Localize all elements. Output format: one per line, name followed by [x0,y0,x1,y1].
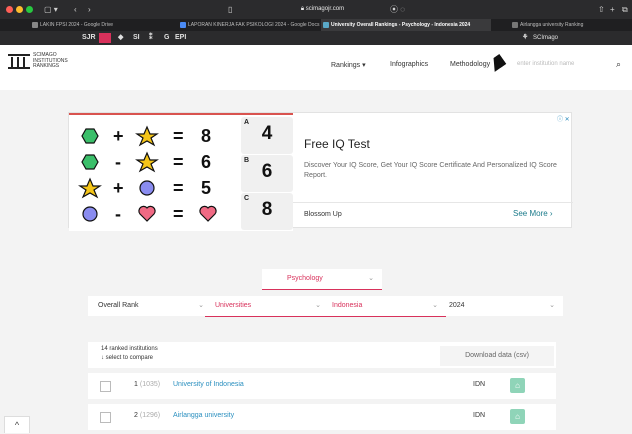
ad-title[interactable]: Free IQ Test [304,137,370,151]
puzzle-result: 6 [201,152,212,172]
bookmark-logo-icon[interactable] [99,33,111,43]
bookmark-scimago-icon[interactable]: ⚘ [522,31,528,45]
rank-type-dropdown[interactable]: Overall Rank ⌄ [88,296,212,316]
puzzle-operator: - [115,204,121,224]
maximize-window-button[interactable] [26,6,33,13]
close-window-button[interactable] [6,6,13,13]
address-bar[interactable]: 🔒︎ scimagojr.com [285,3,360,16]
bookmark-sjr[interactable]: SJR [82,31,96,45]
forward-icon[interactable]: › [88,0,91,19]
ad-brand: Blossom Up [304,211,342,218]
institution-profile-icon[interactable]: ⌂ [510,378,525,393]
scroll-top-button[interactable]: ^ [4,416,30,433]
country-code: IDN [473,412,486,419]
puzzle-equals: = [173,178,184,198]
tab-favicon-icon [180,22,186,28]
minimize-window-button[interactable] [16,6,23,13]
methodology-badge-icon [487,54,507,72]
ad-description: Discover Your IQ Score, Get Your IQ Scor… [304,162,557,179]
extension-icon[interactable]: ⦿ ◌ [390,0,405,19]
rank-cell: 2 (1296) [134,412,161,419]
tab-bar: LAKIN FPSI 2024 - Google Drive LAPORAN K… [0,19,632,31]
puzzle-equals: = [173,126,184,146]
institution-link[interactable]: University of Indonesia [173,381,244,388]
ad-divider [293,202,573,203]
puzzle-operator: + [113,126,124,146]
tab-airlangga-ranking[interactable]: Airlangga university Ranking [510,19,632,31]
reader-icon[interactable]: ▯ [228,0,232,19]
chevron-down-icon: ⌄ [198,302,204,309]
puzzle-shapes [78,125,217,222]
bookmark-si[interactable]: SI [133,31,140,45]
search-input[interactable]: enter institution name [517,61,574,67]
answer-option-b: B 6 [241,155,293,192]
rank-cell: 1 (1035) [134,381,161,388]
nav-rankings[interactable]: Rankings ▾ [331,61,366,69]
puzzle-equals: = [173,204,184,224]
tab-google-drive[interactable]: LAKIN FPSI 2024 - Google Drive [30,19,185,31]
nav-methodology[interactable]: Methodology [450,61,490,68]
country-code: IDN [473,381,486,388]
download-csv-button[interactable]: Download data (csv) [440,346,554,366]
chevron-down-icon: ⌄ [549,302,555,309]
bookmarks-bar: SJR ◆ SI ⁑ G EPI ⚘ SCImago [0,31,632,45]
compare-checkbox[interactable] [100,381,111,392]
table-row[interactable]: 1 (1035) University of Indonesia IDN ⌂ [88,373,556,399]
back-icon[interactable]: ‹ [74,0,77,19]
answer-option-a: A 4 [241,117,293,154]
bookmark-shield-icon[interactable]: ◆ [118,31,123,45]
table-row[interactable]: 2 (1296) Airlangga university IDN ⌂ [88,404,556,430]
site-logo-text: SCIMAGO INSTITUTIONS RANKINGS [33,52,68,69]
tab-overview-icon[interactable]: ⧉ [622,0,628,19]
chevron-down-icon: ⌄ [315,302,321,309]
year-dropdown[interactable]: 2024 ⌄ [439,296,563,316]
answer-option-c: C 8 [241,193,293,230]
puzzle-result: 5 [201,178,212,198]
browser-titlebar: ▢ ▾ ‹ › ▯ 🔒︎ scimagojr.com ⦿ ◌ ⇧ + ⧉ [0,0,632,19]
select-hint: ↓ select to compare [101,355,154,361]
tab-favicon-icon [32,22,38,28]
advertisement[interactable]: + = 8 - = 6 + = 5 - = A 4 B 6 C 8 ⓘ ✕ Fr… [68,112,573,231]
share-icon[interactable]: ⇧ [598,0,605,19]
ranked-count: 14 ranked institutions [101,346,158,352]
ad-puzzle-image: + = 8 - = 6 + = 5 - = A 4 B 6 C 8 [69,113,293,231]
puzzle-operator: + [113,178,124,198]
subject-dropdown[interactable]: Psychology ⌄ [262,269,382,290]
new-tab-icon[interactable]: + [610,0,615,19]
country-dropdown[interactable]: Indonesia ⌄ [322,296,446,317]
nav-infographics[interactable]: Infographics [390,61,428,68]
bookmark-scimago[interactable]: SCImago [533,31,558,45]
ad-info-close-icon[interactable]: ⓘ ✕ [557,114,570,123]
scimago-logo-icon[interactable] [8,53,30,69]
bookmark-epi[interactable]: EPI [175,31,186,45]
tab-favicon-icon [512,22,518,28]
chevron-down-icon: ⌄ [432,302,438,309]
chevron-down-icon: ⌄ [368,275,374,282]
ad-see-more-link[interactable]: See More › [513,209,553,218]
search-icon[interactable]: ⌕ [616,59,621,70]
sidebar-toggle-icon[interactable]: ▢ ▾ [44,0,58,19]
tab-google-docs[interactable]: LAPORAN KINERJA FAK PSIKOLOGI 2024 - Goo… [178,19,328,31]
puzzle-operator: - [115,152,121,172]
bookmark-grid-icon[interactable]: ⁑ [149,31,153,45]
tab-favicon-icon [323,22,329,28]
bookmark-g-icon[interactable]: G [164,31,169,45]
tab-university-rankings[interactable]: University Overall Rankings - Psychology… [321,19,491,31]
site-header: SCIMAGO INSTITUTIONS RANKINGS Rankings ▾… [0,45,632,90]
sector-dropdown[interactable]: Universities ⌄ [205,296,329,317]
institution-profile-icon[interactable]: ⌂ [510,409,525,424]
compare-checkbox[interactable] [100,412,111,423]
puzzle-result: 8 [201,126,212,146]
puzzle-equals: = [173,152,184,172]
institution-link[interactable]: Airlangga university [173,412,234,419]
